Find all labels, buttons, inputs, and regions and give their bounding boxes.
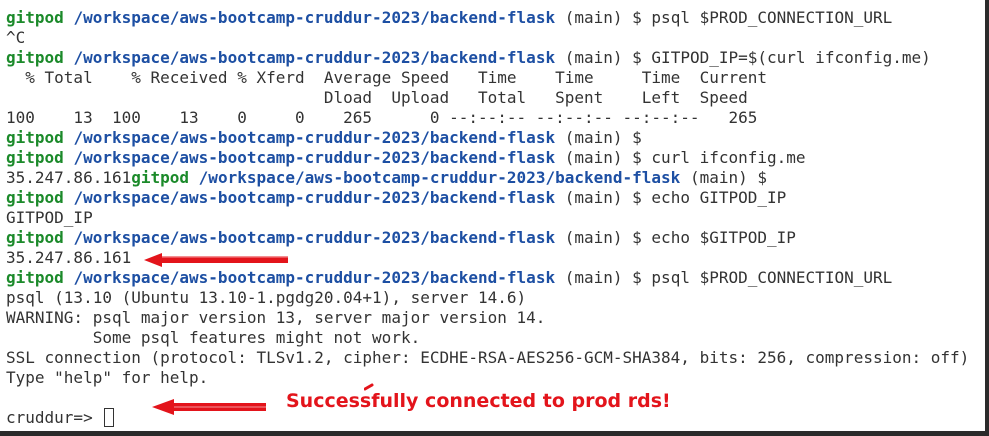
output-line: Type "help" for help. [6,368,209,387]
ip-output: 35.247.86.161 [6,168,132,187]
terminal-line: gitpod /workspace/aws-bootcamp-cruddur-2… [6,188,969,208]
prompt-path: /workspace/aws-bootcamp-cruddur-2023/bac… [73,188,556,207]
prompt-branch: (main) $ [564,188,642,207]
prompt-path: /workspace/aws-bootcamp-cruddur-2023/bac… [73,148,556,167]
terminal-line: gitpod /workspace/aws-bootcamp-cruddur-2… [6,48,969,68]
prompt-user: gitpod [6,228,64,247]
output-line: SSL connection (protocol: TLSv1.2, ciphe… [6,348,970,367]
prompt-path: /workspace/aws-bootcamp-cruddur-2023/bac… [198,168,681,187]
terminal-window[interactable]: gitpod /workspace/aws-bootcamp-cruddur-2… [0,0,989,436]
prompt-branch: (main) $ [564,48,642,67]
prompt-user: gitpod [6,268,64,287]
prompt-branch: (main) $ [564,8,642,27]
terminal-line: 35.247.86.161gitpod /workspace/aws-bootc… [6,168,969,188]
prompt-user: gitpod [6,148,64,167]
prompt-branch: (main) $ [564,148,642,167]
command-text: echo GITPOD_IP [651,188,787,207]
terminal-line: gitpod /workspace/aws-bootcamp-cruddur-2… [6,8,969,28]
output-line: Dload Upload Total Spent Left Speed [6,88,748,107]
command-text: GITPOD_IP=$(curl ifconfig.me) [651,48,931,67]
prompt-branch: (main) $ [564,128,642,147]
command-text: curl ifconfig.me [651,148,806,167]
command-text: psql $PROD_CONNECTION_URL [651,8,893,27]
command-text: echo $GITPOD_IP [651,228,796,247]
annotation-text: Successfully connected to prod rds! [286,390,671,412]
prompt-user: gitpod [6,188,64,207]
output-line: Some psql features might not work. [6,328,421,347]
output-line: WARNING: psql major version 13, server m… [6,308,546,327]
prompt-path: /workspace/aws-bootcamp-cruddur-2023/bac… [73,228,556,247]
red-arrow-icon [152,399,266,415]
prompt-branch: (main) $ [564,228,642,247]
terminal-line: gitpod /workspace/aws-bootcamp-cruddur-2… [6,128,969,148]
output-line: ^C [6,28,26,47]
prompt-user: gitpod [6,128,64,147]
output-line: psql (13.10 (Ubuntu 13.10-1.pgdg20.04+1)… [6,288,527,307]
red-arrow-icon [144,253,288,267]
terminal-line: gitpod /workspace/aws-bootcamp-cruddur-2… [6,228,969,248]
prompt-path: /workspace/aws-bootcamp-cruddur-2023/bac… [73,48,556,67]
prompt-path: /workspace/aws-bootcamp-cruddur-2023/bac… [73,8,556,27]
prompt-branch: (main) $ [564,268,642,287]
psql-prompt: cruddur=> [6,408,103,427]
cursor-icon [104,408,115,427]
prompt-user: gitpod [131,168,190,187]
command-text: psql $PROD_CONNECTION_URL [651,268,893,287]
prompt-user: gitpod [6,48,64,67]
terminal-line: gitpod /workspace/aws-bootcamp-cruddur-2… [6,148,969,168]
terminal-line: gitpod /workspace/aws-bootcamp-cruddur-2… [6,268,969,288]
prompt-path: /workspace/aws-bootcamp-cruddur-2023/bac… [73,128,556,147]
prompt-path: /workspace/aws-bootcamp-cruddur-2023/bac… [73,268,556,287]
output-line: % Total % Received % Xferd Average Speed… [6,68,767,87]
output-line: 100 13 100 13 0 0 265 0 --:--:-- --:--:-… [6,108,758,127]
prompt-branch: (main) $ [689,168,768,187]
terminal-output: gitpod /workspace/aws-bootcamp-cruddur-2… [6,8,969,428]
prompt-user: gitpod [6,8,64,27]
output-line: GITPOD_IP [6,208,93,227]
